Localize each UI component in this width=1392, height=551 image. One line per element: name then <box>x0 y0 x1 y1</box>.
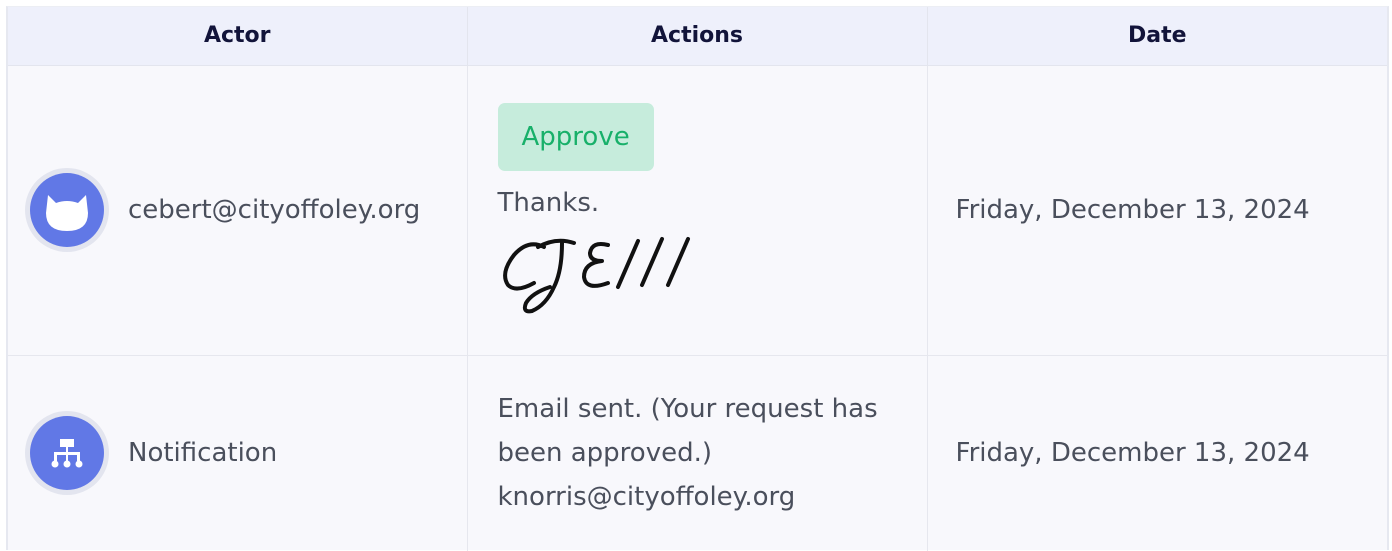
table-header-row: Actor Actions Date <box>8 7 1387 66</box>
actions-cell: Email sent. (Your request has been appro… <box>467 355 928 551</box>
actor-email: cebert@cityoffoley.org <box>128 195 421 225</box>
actor-name: Notification <box>128 438 278 469</box>
avatar <box>25 168 109 252</box>
audit-history-table: Actor Actions Date cebert@cityoffoley.or… <box>8 7 1387 551</box>
actions-cell: Approve Thanks. <box>467 65 928 356</box>
audit-history-panel: Actor Actions Date cebert@cityoffoley.or… <box>6 6 1389 551</box>
action-comment: Thanks. <box>497 188 600 218</box>
column-header-actions[interactable]: Actions <box>467 7 928 66</box>
notification-message: Email sent. (Your request has been appro… <box>468 387 927 519</box>
date-cell: Friday, December 13, 2024 <box>927 355 1387 551</box>
action-date: Friday, December 13, 2024 <box>955 195 1310 225</box>
date-cell: Friday, December 13, 2024 <box>927 65 1387 356</box>
notification-line: Email sent. (Your request has <box>497 394 878 425</box>
table-row: Notification Email sent. (Your request h… <box>8 355 1387 551</box>
column-header-date[interactable]: Date <box>927 7 1387 66</box>
action-date: Friday, December 13, 2024 <box>955 438 1310 469</box>
notification-recipient: knorris@cityoffoley.org <box>497 482 796 513</box>
table-row: cebert@cityoffoley.org Approve Thanks. F… <box>8 65 1387 356</box>
notification-line: been approved.) <box>497 438 713 469</box>
workflow-icon <box>51 439 83 468</box>
signature-image <box>502 237 690 314</box>
cat-icon <box>46 195 88 231</box>
actor-cell: cebert@cityoffoley.org <box>8 65 468 356</box>
column-header-actor[interactable]: Actor <box>8 7 468 66</box>
actor-cell: Notification <box>8 355 468 551</box>
approve-status-badge: Approve <box>497 103 654 171</box>
avatar <box>25 411 109 496</box>
